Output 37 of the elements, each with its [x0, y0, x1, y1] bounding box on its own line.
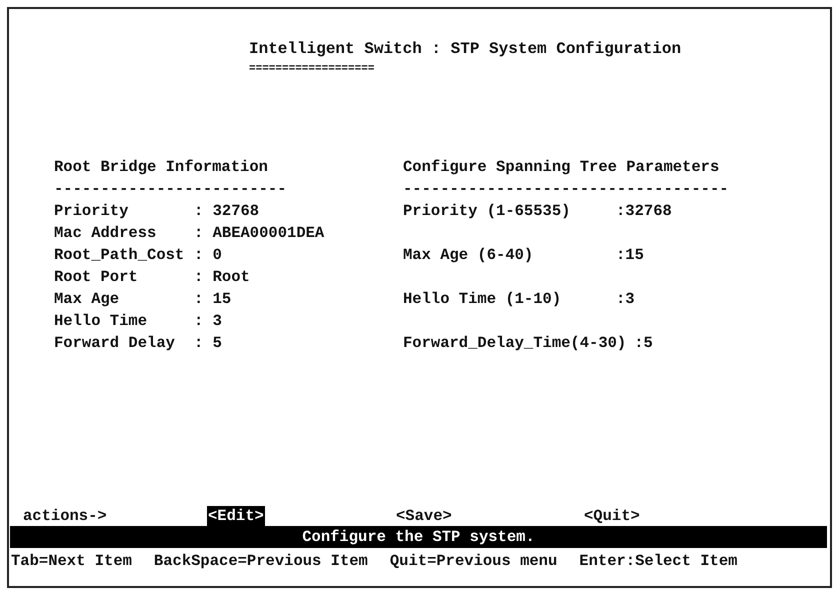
field-label: Priority: [54, 201, 130, 222]
status-bar: Configure the STP system.: [10, 526, 827, 548]
field-label: Hello Time: [54, 311, 148, 332]
field-input[interactable]: :32768: [616, 200, 672, 222]
section-rule: -------------------------: [54, 179, 288, 200]
actions-label: actions->: [23, 506, 108, 526]
field-label: Priority (1-65535): [403, 201, 572, 222]
field-value: : 0: [194, 245, 222, 266]
key-hint: Enter:Select Item: [579, 551, 738, 572]
field-value: : 3: [194, 311, 222, 332]
screen-title: Intelligent Switch : STP System Configuration: [249, 39, 682, 59]
action-button[interactable]: <Save>: [395, 506, 453, 526]
title-underline: ===================: [249, 62, 376, 76]
action-button[interactable]: <Quit>: [583, 506, 641, 526]
field-label: Max Age: [54, 289, 120, 310]
field-value: : 15: [194, 289, 232, 310]
key-hint: Quit=Previous menu: [390, 551, 558, 572]
field-value: : Root: [194, 267, 250, 288]
field-value: : ABEA00001DEA: [194, 223, 324, 244]
field-label: Root_Path_Cost: [54, 245, 186, 266]
field-value: : 32768: [194, 201, 260, 222]
field-label: Root Port: [54, 267, 139, 288]
field-label: Forward Delay: [54, 333, 176, 354]
field-input[interactable]: :3: [616, 288, 635, 310]
field-label: Forward_Delay_Time(4-30): [403, 333, 626, 354]
key-hint: Tab=Next Item: [11, 551, 132, 572]
field-label: Mac Address: [54, 223, 158, 244]
section-heading: Configure Spanning Tree Parameters: [403, 157, 720, 178]
action-button[interactable]: <Edit>: [207, 506, 265, 526]
field-label: Hello Time (1-10): [403, 289, 562, 310]
field-label: Max Age (6-40): [403, 245, 534, 266]
section-heading: Root Bridge Information: [54, 157, 269, 178]
field-input[interactable]: :15: [616, 244, 644, 266]
section-rule: -----------------------------------: [403, 179, 730, 200]
key-hint: BackSpace=Previous Item: [154, 551, 368, 572]
field-input[interactable]: :5: [634, 332, 653, 354]
field-value: : 5: [194, 333, 222, 354]
